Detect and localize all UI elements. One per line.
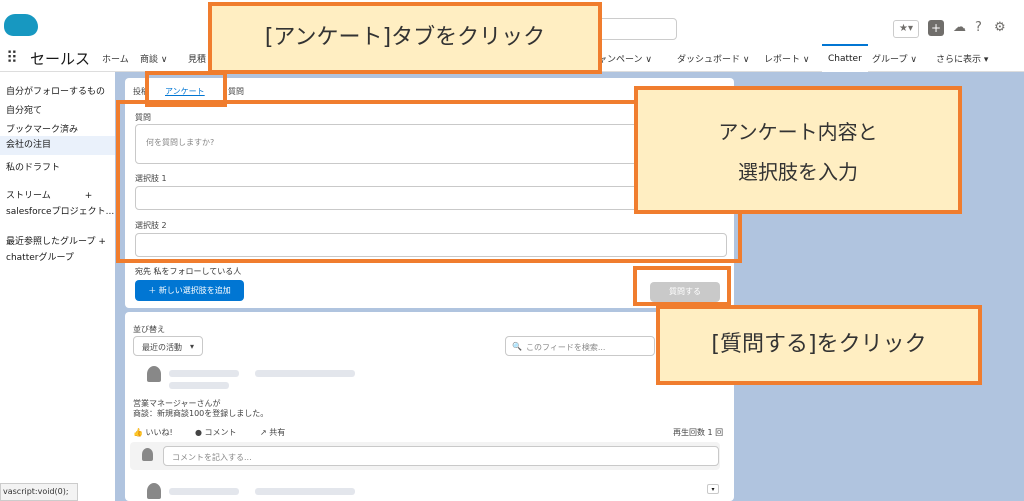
tab-question[interactable]: 質問 <box>228 86 244 97</box>
salesforce-logo <box>4 14 38 36</box>
nav-item-dashboards[interactable]: ダッシュボード ∨ <box>677 52 749 65</box>
nav-item-campaigns[interactable]: ャンペーン ∨ <box>598 52 652 65</box>
sidebar-item-company-highlights[interactable]: 会社の注目 <box>0 136 115 155</box>
nav-item-reports[interactable]: レポート ∨ <box>764 52 809 65</box>
add-choice-button[interactable]: ＋ 新しい選択肢を追加 <box>135 280 244 301</box>
like-button[interactable]: 👍 いいね! <box>133 427 173 438</box>
status-bar: vascript:void(0); <box>0 483 78 501</box>
add-icon[interactable]: + <box>928 20 944 36</box>
sidebar-item-project[interactable]: salesforceプロジェクト... <box>6 204 114 217</box>
sidebar-item-recent-groups[interactable]: 最近参照したグループ + <box>6 234 106 247</box>
callout-click-ask: [質問する]をクリック <box>656 305 982 385</box>
feed-search-input[interactable]: 🔍 このフィードを検索... <box>505 336 655 356</box>
nav-item-chatter[interactable]: Chatter <box>822 44 868 72</box>
callout-line1: アンケート内容と <box>718 120 878 144</box>
callout-line2: 選択肢を入力 <box>738 160 858 184</box>
sidebar-item-following[interactable]: 自分がフォローするもの <box>6 84 105 97</box>
help-icon[interactable]: ? <box>975 20 982 38</box>
post-target <box>255 370 355 377</box>
sort-dropdown[interactable]: 最近の活動 ▾ <box>133 336 203 356</box>
comment-area: コメントを記入する... <box>130 442 720 470</box>
avatar <box>147 483 161 499</box>
app-launcher-icon[interactable]: ⠿ <box>6 48 18 67</box>
gear-icon[interactable]: ⚙ <box>994 20 1006 38</box>
comment-input[interactable]: コメントを記入する... <box>163 446 719 466</box>
nav-item-groups[interactable]: グループ ∨ <box>872 52 917 65</box>
nav-item-opportunities[interactable]: 商談 ∨ <box>140 52 167 65</box>
chatter-sidebar: 自分がフォローするもの 自分宛て ブックマーク済み 会社の注目 私のドラフト ス… <box>0 72 115 501</box>
sidebar-item-streams[interactable]: ストリーム + <box>6 188 92 201</box>
sidebar-item-chatter-group[interactable]: chatterグループ <box>6 250 74 263</box>
post-line2: 商談：新規商談100を登録しました。 <box>133 409 269 418</box>
post-menu-chevron-icon[interactable]: ▾ <box>707 484 719 494</box>
callout-click-poll-tab: [アンケート]タブをクリック <box>208 2 602 74</box>
avatar <box>147 366 161 382</box>
search-icon: 🔍 <box>512 342 522 351</box>
callout-enter-poll: アンケート内容と 選択肢を入力 <box>634 86 962 214</box>
nav-item-more[interactable]: さらに表示 ▾ <box>936 52 988 65</box>
global-search-input[interactable] <box>595 18 677 40</box>
feed-card: 並び替え 最近の活動 ▾ 🔍 このフィードを検索... 営業マネージャーさんが 商談… <box>125 312 734 501</box>
sidebar-item-drafts[interactable]: 私のドラフト <box>6 160 60 173</box>
ask-button-highlight <box>633 266 731 306</box>
view-count: 再生回数 1 回 <box>673 428 724 437</box>
comment-button[interactable]: ● コメント <box>195 427 237 438</box>
author-name <box>169 370 239 377</box>
setup-assistant-icon[interactable]: ☁ <box>953 20 966 38</box>
recipient-label[interactable]: 宛先 私をフォローしている人 <box>135 266 241 277</box>
author-name <box>169 488 239 495</box>
sort-label: 並び替え <box>133 325 165 334</box>
share-button[interactable]: ↗ 共有 <box>260 427 285 438</box>
app-name: セールス <box>30 50 91 68</box>
sidebar-item-to-me[interactable]: 自分宛て <box>6 103 42 116</box>
favorites-star-icon[interactable]: ★▾ <box>893 20 919 38</box>
nav-item-home[interactable]: ホーム <box>102 52 129 65</box>
nav-item-quotes[interactable]: 見積 <box>188 52 206 65</box>
post-timestamp <box>169 382 229 389</box>
avatar <box>142 448 153 461</box>
post-target <box>255 488 355 495</box>
sidebar-item-bookmarked[interactable]: ブックマーク済み <box>6 122 78 135</box>
